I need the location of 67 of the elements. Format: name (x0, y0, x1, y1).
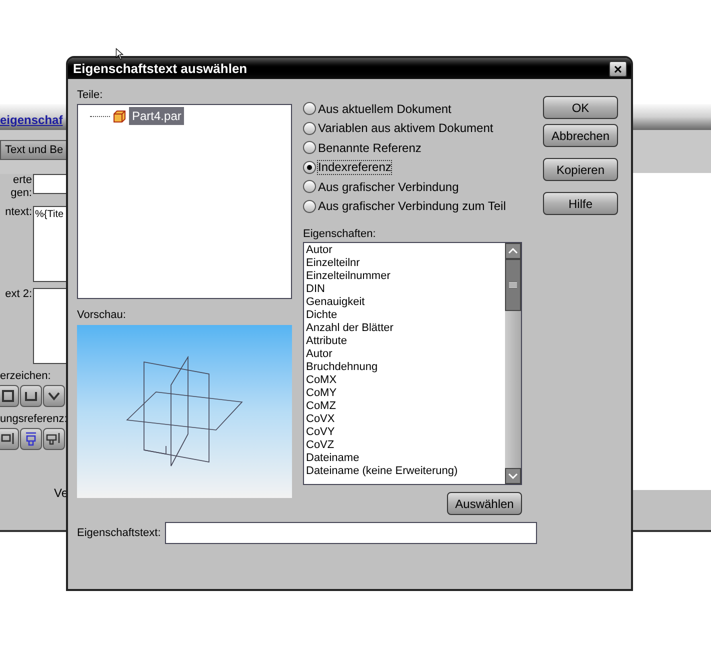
list-item[interactable]: CoMY (306, 387, 505, 400)
scrollbar[interactable] (505, 243, 521, 484)
list-item[interactable]: Dateiname (306, 452, 505, 465)
radio-option[interactable]: Aus grafischer Verbindung (303, 177, 522, 196)
icon-button[interactable] (20, 385, 42, 407)
list-item[interactable]: Dateiname (keine Erweiterung) (306, 465, 505, 478)
close-button[interactable]: × (609, 60, 627, 76)
list-item[interactable]: CoMX (306, 374, 505, 387)
list-item[interactable]: Einzelteilnr (306, 257, 505, 270)
radio-option[interactable]: Indexreferenz (303, 158, 522, 177)
radio-option[interactable]: Aus aktuellem Dokument (303, 99, 522, 118)
list-item[interactable]: Autor (306, 348, 505, 361)
list-item[interactable]: Anzahl der Blätter (306, 322, 505, 335)
list-item[interactable]: CoVX (306, 413, 505, 426)
scroll-thumb[interactable] (505, 259, 521, 311)
icon-button[interactable] (43, 428, 65, 450)
list-item[interactable]: Dichte (306, 309, 505, 322)
radio-button[interactable] (303, 122, 316, 135)
radio-button[interactable] (303, 141, 316, 154)
preview-label: Vorschau: (77, 309, 127, 322)
radio-button[interactable] (303, 180, 316, 194)
radio-button[interactable] (303, 102, 316, 116)
list-item[interactable]: Bruchdehnung (306, 361, 505, 374)
dialog-button[interactable]: Kopieren (543, 158, 618, 181)
list-item[interactable]: Autor (306, 244, 505, 257)
scroll-down-icon[interactable] (505, 468, 521, 484)
properties-list[interactable]: Autor Einzelteilnr Einzelteilnummer DIN Genauigkeit Dichte Anzahl der Blätter Attribute Autor Bruchdehnung CoMX CoMY CoMZ CoVX CoVY CoVZ Dateiname Dateiname (keine Erweiterung) (303, 242, 522, 485)
icon-button[interactable] (0, 385, 19, 407)
icon-button[interactable] (20, 428, 42, 450)
radio-option[interactable]: Benannte Referenz (303, 138, 522, 158)
text-area[interactable] (33, 288, 68, 364)
window-title: eigenschaf (0, 112, 63, 129)
list-item[interactable]: CoVY (306, 426, 505, 439)
property-text-label: Eigenschaftstext: (77, 526, 162, 541)
list-item[interactable]: Einzelteilnummer (306, 270, 505, 283)
field-label: erte gen: (10, 174, 32, 200)
group-label: erzeichen: (0, 370, 52, 383)
list-item[interactable]: CoMZ (306, 400, 505, 413)
tree-item[interactable]: Part4.par (129, 107, 184, 125)
radio-button[interactable] (303, 160, 316, 174)
parts-label: Teile: (77, 89, 104, 102)
radio-option[interactable]: Variablen aus aktivem Dokument (303, 118, 522, 138)
mouse-cursor-icon (115, 48, 124, 60)
tab[interactable]: Text und Be (0, 140, 68, 160)
part-cube-icon (113, 110, 126, 122)
list-item[interactable]: DIN (306, 283, 505, 296)
dialog-button[interactable]: Abbrechen (543, 124, 618, 147)
icon-button[interactable] (43, 385, 65, 407)
field-label: ext 2: (4, 288, 32, 301)
dialog-title: Eigenschaftstext auswählen (73, 62, 248, 76)
select-button[interactable]: Auswählen (447, 492, 522, 515)
dialog-button[interactable]: OK (543, 96, 618, 119)
square-icon (0, 387, 17, 405)
dialog-button[interactable]: Hilfe (543, 192, 618, 215)
property-text-field[interactable] (165, 522, 537, 544)
icon-button[interactable] (0, 428, 19, 450)
input-field[interactable] (33, 174, 68, 194)
list-item[interactable]: Attribute (306, 335, 505, 348)
scroll-up-icon[interactable] (505, 243, 521, 259)
list-item[interactable]: CoVZ (306, 439, 505, 452)
properties-label: Eigenschaften: (303, 228, 377, 241)
list-item[interactable]: Genauigkeit (306, 296, 505, 309)
text-area[interactable]: %{Tite (33, 206, 68, 282)
radio-button[interactable] (303, 200, 316, 213)
group-label: ungsreferenz: (0, 413, 68, 426)
field-label: ntext: (4, 206, 32, 219)
radio-option[interactable]: Aus grafischer Verbindung zum Teil (303, 196, 522, 216)
